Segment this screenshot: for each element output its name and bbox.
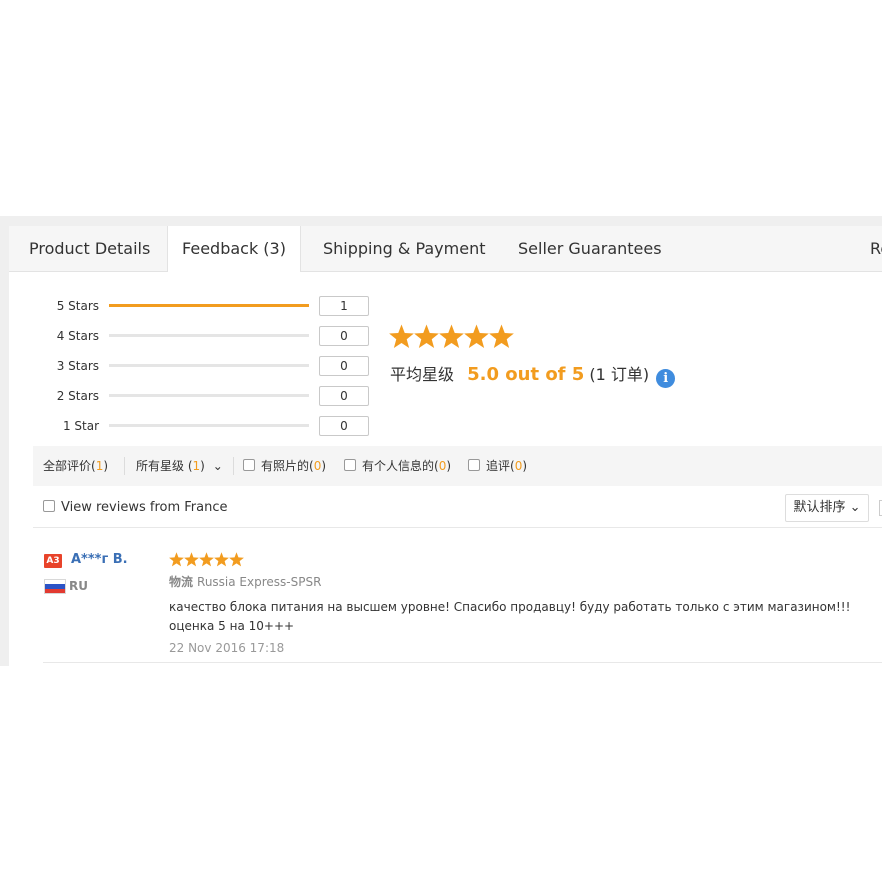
- filter-followup[interactable]: 追评(0): [468, 446, 527, 486]
- histogram-label: 3 Stars: [56, 359, 99, 373]
- star-icon: [229, 552, 244, 567]
- tab-bar: Product Details Feedback (3) Shipping & …: [9, 226, 882, 272]
- star-icon: [214, 552, 229, 567]
- star-rating-svg: [389, 324, 514, 349]
- reviewer-name: А***г В.: [71, 552, 128, 567]
- divider: [33, 527, 882, 528]
- followup-checkbox[interactable]: [468, 459, 480, 471]
- star-icon: [414, 324, 439, 349]
- country-filter-label: View reviews from France: [61, 500, 228, 515]
- filter-separator: [124, 457, 125, 475]
- review-filter-bar: 全部评价(1) 所有星级 (1) ⌄ 有照片的(0) 有个人信息的(0) 追评(…: [33, 446, 882, 486]
- histogram-count: 0: [319, 386, 369, 406]
- filter-label: 有个人信息的: [362, 459, 435, 473]
- histogram-label: 1 Star: [62, 419, 99, 433]
- sort-label: 默认排序: [793, 500, 846, 515]
- tab-product-details[interactable]: Product Details: [29, 226, 150, 271]
- filter-label: 全部评价: [43, 459, 92, 473]
- logistics-value: Russia Express-SPSR: [197, 575, 322, 589]
- user-level-badge: A3: [44, 554, 62, 568]
- filter-separator: [233, 457, 234, 475]
- filter-with-personal-info[interactable]: 有个人信息的(0): [344, 446, 451, 486]
- chevron-down-icon: ⌄: [212, 459, 223, 473]
- tab-shipping-payment[interactable]: Shipping & Payment: [323, 226, 486, 271]
- order-count: (1 订单): [589, 365, 650, 384]
- star-icon: [464, 324, 489, 349]
- feedback-section: Product Details Feedback (3) Shipping & …: [0, 216, 882, 666]
- histogram-label: 2 Stars: [56, 389, 99, 403]
- histogram-track: [109, 394, 309, 397]
- star-icon: [439, 324, 464, 349]
- filter-with-photos[interactable]: 有照片的(0): [243, 446, 326, 486]
- average-score: 5.0 out of 5: [467, 364, 585, 385]
- star-icon: [199, 552, 214, 567]
- filter-all-stars-dropdown[interactable]: 所有星级 (1) ⌄: [136, 446, 223, 486]
- divider: [43, 662, 882, 663]
- star-icon: [169, 552, 184, 567]
- histogram-count: 0: [319, 356, 369, 376]
- country-filter-checkbox[interactable]: [43, 500, 55, 512]
- logistics-label: 物流: [169, 575, 194, 589]
- average-label: 平均星级: [390, 365, 455, 384]
- tab-reviews-truncated[interactable]: Re: [870, 226, 882, 271]
- histogram-track: [109, 334, 309, 337]
- star-icon: [389, 324, 414, 349]
- personal-info-checkbox[interactable]: [344, 459, 356, 471]
- chevron-down-icon: ⌄: [849, 500, 861, 515]
- reviewer-country: RU: [69, 579, 88, 593]
- histogram-count: 0: [319, 416, 369, 436]
- info-icon[interactable]: i: [656, 369, 676, 388]
- average-rating-stars: [389, 324, 514, 350]
- histogram-track: [109, 304, 309, 307]
- histogram-track: [109, 424, 309, 427]
- tab-feedback[interactable]: Feedback (3): [167, 226, 301, 272]
- star-icon: [184, 552, 199, 567]
- review-rating-stars: [169, 552, 244, 567]
- sort-dropdown[interactable]: 默认排序 ⌄: [785, 494, 869, 522]
- histogram-fill: [109, 304, 309, 307]
- review-date: 22 Nov 2016 17:18: [169, 641, 285, 655]
- histogram-track: [109, 364, 309, 367]
- star-icon: [489, 324, 514, 349]
- with-photos-checkbox[interactable]: [243, 459, 255, 471]
- filter-label: 追评: [486, 459, 511, 473]
- histogram-label: 5 Stars: [56, 299, 99, 313]
- average-rating-line: 平均星级 5.0 out of 5 (1 订单) i: [390, 363, 676, 388]
- filter-label: 所有星级: [136, 459, 185, 473]
- review-text: качество блока питания на высшем уровне!…: [169, 600, 851, 633]
- histogram-count: 1: [319, 296, 369, 316]
- russia-flag-icon: [44, 579, 66, 594]
- tab-seller-guarantees[interactable]: Seller Guarantees: [518, 226, 662, 271]
- filter-all-reviews[interactable]: 全部评价(1): [43, 446, 108, 486]
- country-filter[interactable]: View reviews from France: [43, 498, 228, 518]
- filter-label: 有照片的: [261, 459, 310, 473]
- star-rating-svg: [169, 552, 244, 567]
- review-logistics: 物流 Russia Express-SPSR: [169, 572, 321, 592]
- feedback-panel: Product Details Feedback (3) Shipping & …: [9, 226, 882, 666]
- histogram-label: 4 Stars: [56, 329, 99, 343]
- histogram-count: 0: [319, 326, 369, 346]
